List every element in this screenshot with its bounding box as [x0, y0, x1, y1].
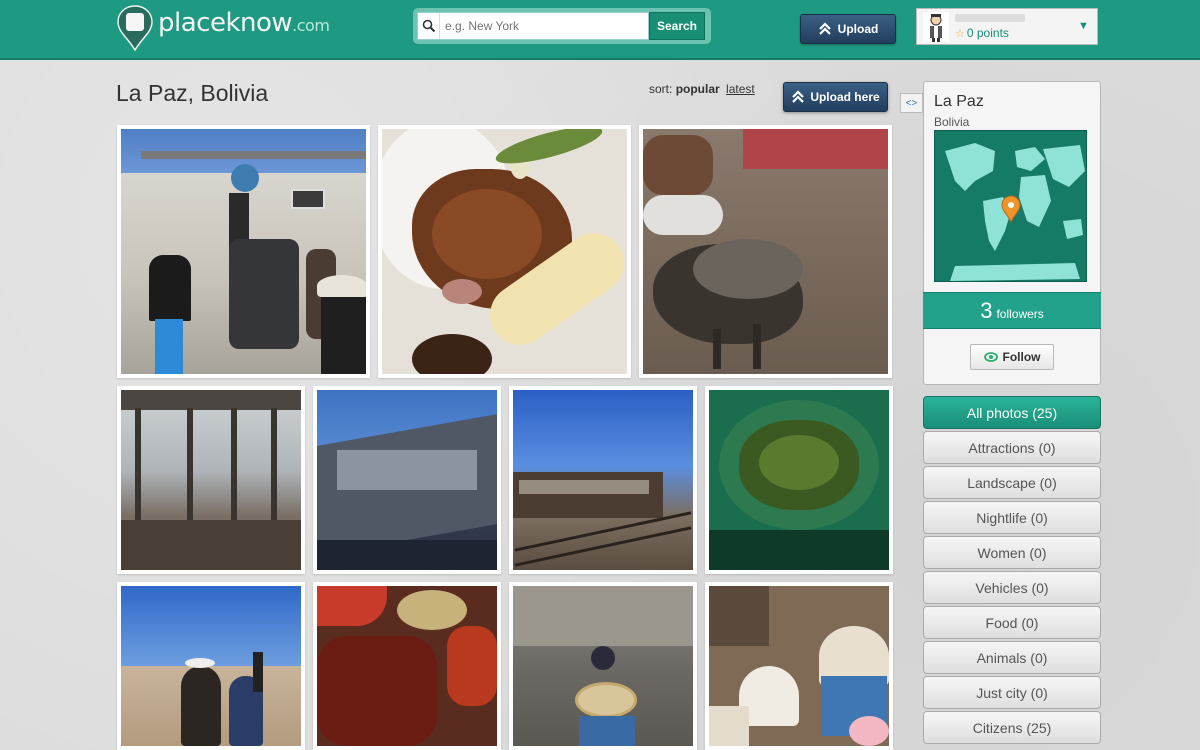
photo-image: [121, 586, 301, 746]
category-landscape[interactable]: Landscape (0): [923, 466, 1101, 499]
logo-domain: .com: [292, 16, 330, 35]
search-box: [417, 12, 649, 40]
category-vehicles[interactable]: Vehicles (0): [923, 571, 1101, 604]
photo-image: [643, 129, 888, 374]
upload-button[interactable]: Upload: [800, 14, 896, 44]
followers-count: 3: [980, 297, 993, 323]
sort-latest[interactable]: latest: [726, 82, 755, 96]
photo-image: [121, 129, 366, 374]
logo-pin-icon: [117, 5, 153, 52]
sort-controls: sort: popular latest: [649, 82, 755, 96]
category-women[interactable]: Women (0): [923, 536, 1101, 569]
place-name: La Paz: [934, 93, 984, 110]
photo-image: [709, 390, 889, 570]
photo-tile[interactable]: [509, 582, 697, 750]
upload-here-label: Upload here: [810, 90, 880, 104]
follow-button-label: Follow: [1002, 350, 1041, 364]
category-food[interactable]: Food (0): [923, 606, 1101, 639]
photo-image: [513, 390, 693, 570]
user-points-label: 0 points: [966, 26, 1009, 40]
photo-image: [513, 586, 693, 746]
photo-tile[interactable]: [509, 386, 697, 574]
sort-popular[interactable]: popular: [676, 82, 720, 96]
user-points: ☆ 0 points: [955, 26, 1009, 40]
top-bar: placeknow.com Search Upload ☆ 0 points: [0, 0, 1200, 60]
world-map[interactable]: [934, 130, 1087, 282]
photo-image: [709, 586, 889, 746]
place-card: La Paz Bolivia 3 followers Follow: [923, 81, 1101, 385]
search-input[interactable]: [440, 14, 640, 38]
photo-tile[interactable]: [378, 125, 631, 378]
photo-tile[interactable]: [639, 125, 892, 378]
category-nightlife[interactable]: Nightlife (0): [923, 501, 1101, 534]
photo-tile[interactable]: [117, 125, 370, 378]
upload-button-label: Upload: [837, 22, 879, 36]
photo-image: [382, 129, 627, 374]
category-citizens[interactable]: Citizens (25): [923, 711, 1101, 744]
photo-tile[interactable]: [313, 582, 501, 750]
eye-icon: [983, 352, 998, 362]
photo-image: [121, 390, 301, 570]
search-bar: Search: [413, 8, 711, 44]
photo-tile[interactable]: [705, 582, 893, 750]
site-logo[interactable]: placeknow.com: [116, 2, 330, 56]
category-attractions[interactable]: Attractions (0): [923, 431, 1101, 464]
photo-tile[interactable]: [705, 386, 893, 574]
logo-wordmark: placeknow.com: [158, 8, 330, 38]
page-title: La Paz, Bolivia: [116, 80, 269, 106]
caret-down-icon[interactable]: ▼: [1078, 20, 1089, 32]
photo-image: [317, 390, 497, 570]
photo-tile[interactable]: [117, 582, 305, 750]
logo-name: placeknow: [158, 8, 293, 38]
photo-image: [317, 586, 497, 746]
followers-bar: 3 followers: [923, 292, 1101, 329]
photo-tile[interactable]: [117, 386, 305, 574]
category-animals[interactable]: Animals (0): [923, 641, 1101, 674]
follow-button[interactable]: Follow: [970, 344, 1054, 370]
avatar: [923, 12, 949, 42]
star-icon: ☆: [955, 27, 965, 40]
search-icon: [418, 13, 440, 39]
place-country: Bolivia: [934, 115, 970, 129]
double-chevron-up-icon: [792, 90, 805, 103]
sort-prefix: sort:: [649, 82, 673, 96]
map-pin-icon: [1001, 195, 1021, 223]
user-menu[interactable]: ☆ 0 points ▼: [916, 8, 1098, 45]
category-just-city[interactable]: Just city (0): [923, 676, 1101, 709]
photo-tile[interactable]: [313, 386, 501, 574]
collapse-toggle-icon[interactable]: <>: [900, 93, 923, 113]
double-chevron-up-icon: [818, 22, 831, 35]
upload-here-button[interactable]: Upload here: [783, 82, 888, 112]
user-name-placeholder: [955, 14, 1025, 22]
followers-label: followers: [996, 306, 1044, 321]
search-button[interactable]: Search: [649, 12, 705, 40]
category-all-photos[interactable]: All photos (25): [923, 396, 1101, 429]
